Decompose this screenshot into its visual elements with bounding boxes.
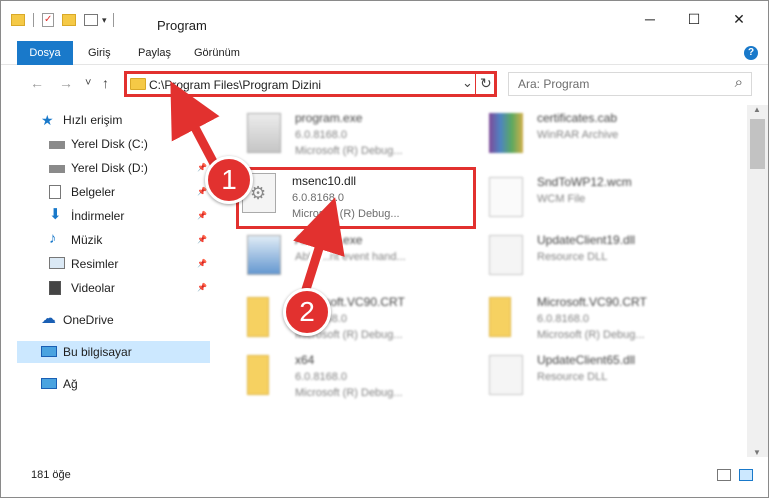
callout-arrows	[170, 81, 345, 302]
explorer-window: ✓ ▾ Program ─ ☐ ✕ Dosya Giriş Paylaş Gör…	[0, 0, 769, 498]
callout-badge-2: 2	[283, 288, 331, 336]
callout-badge-1: 1	[205, 156, 253, 204]
